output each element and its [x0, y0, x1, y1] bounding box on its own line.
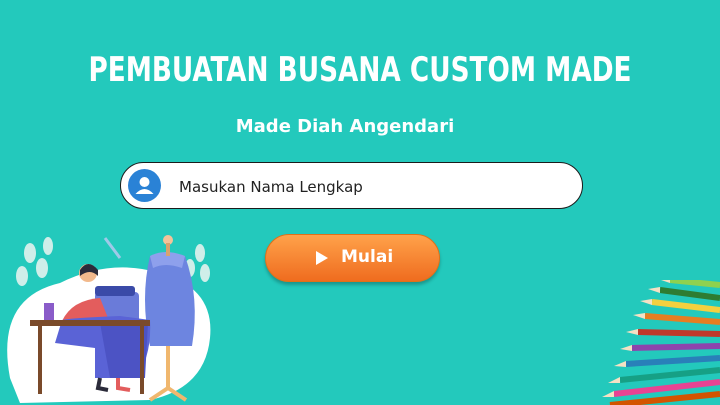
tailor-sewing-illustration — [7, 235, 211, 403]
colored-pencils-illustration — [602, 280, 720, 405]
start-button[interactable]: Mulai — [265, 234, 440, 282]
play-icon — [316, 251, 328, 265]
start-button-label: Mulai — [341, 247, 394, 267]
author-name: Made Diah Angendari — [235, 116, 455, 137]
name-input[interactable] — [177, 172, 571, 201]
page-title: PEMBUATAN BUSANA CUSTOM MADE — [88, 50, 632, 90]
user-icon — [128, 169, 161, 202]
name-field[interactable] — [120, 162, 583, 209]
